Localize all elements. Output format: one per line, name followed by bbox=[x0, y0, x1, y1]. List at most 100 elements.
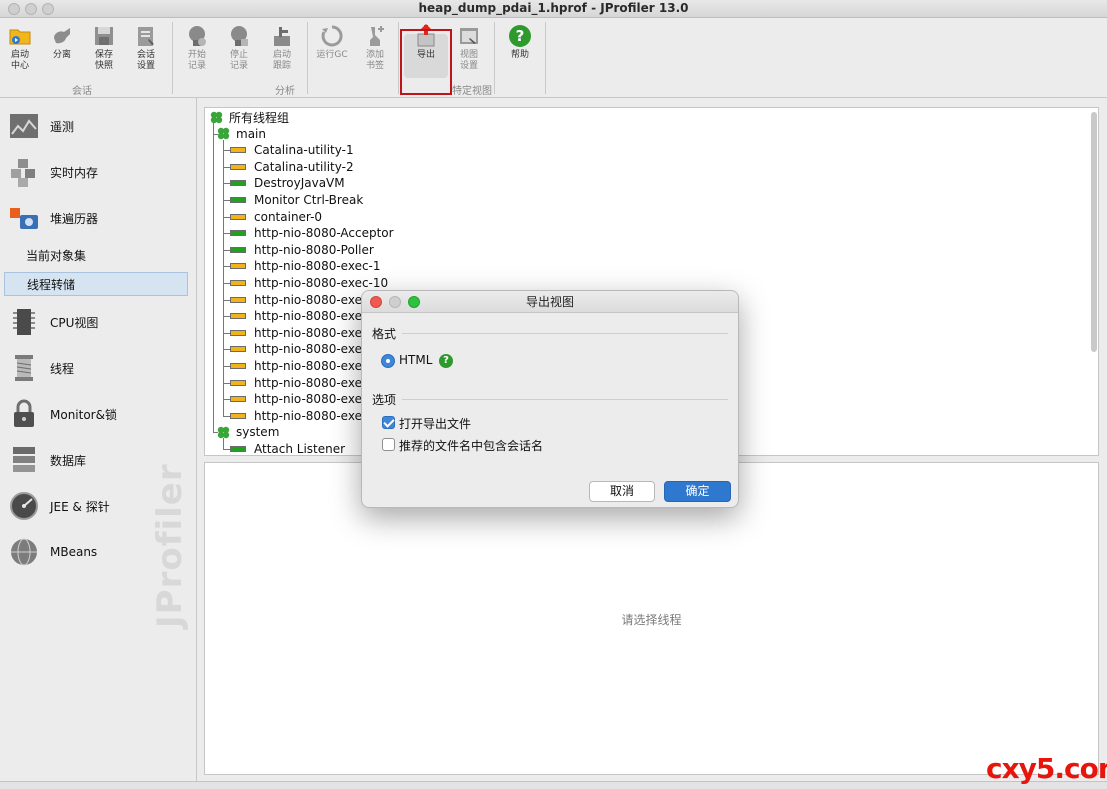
ok-button[interactable]: 确定 bbox=[664, 481, 731, 502]
thread-group-row[interactable]: main bbox=[217, 126, 266, 142]
window-titlebar: heap_dump_pdai_1.hprof - JProfiler 13.0 bbox=[0, 0, 1107, 18]
help-button[interactable]: ? 帮助 bbox=[500, 24, 540, 84]
session-settings-button[interactable]: 会话 设置 bbox=[126, 24, 166, 84]
thread-row[interactable]: http-nio-8080-exe bbox=[230, 408, 362, 424]
include-session-name-checkbox[interactable] bbox=[382, 438, 395, 451]
sidebar-item-cpu[interactable]: CPU视图 bbox=[8, 302, 190, 342]
tree-scrollbar[interactable] bbox=[1091, 112, 1097, 352]
thread-name: Attach Listener bbox=[254, 442, 346, 456]
thread-group-label: 所有线程组 bbox=[229, 110, 290, 125]
add-bookmark-icon bbox=[370, 26, 384, 46]
stop-recording-button[interactable]: 停止 记录 bbox=[219, 24, 259, 84]
dialog-minimize-button[interactable] bbox=[389, 296, 401, 308]
add-bookmark-button[interactable]: 添加 书签 bbox=[355, 24, 395, 84]
thread-row[interactable]: http-nio-8080-exe bbox=[230, 325, 362, 341]
open-export-file-label: 打开导出文件 bbox=[399, 417, 472, 431]
thread-row[interactable]: Catalina-utility-2 bbox=[230, 159, 354, 175]
start-tracking-button[interactable]: 启动 跟踪 bbox=[262, 24, 302, 84]
sidebar-item-heap-walker[interactable]: 堆遍历器 bbox=[8, 198, 190, 238]
thread-name: DestroyJavaVM bbox=[254, 176, 345, 191]
format-html-label: HTML bbox=[399, 353, 433, 367]
thread-detail-panel: 请选择线程 bbox=[204, 462, 1099, 775]
thread-group-label: main bbox=[236, 126, 266, 141]
thread-row[interactable]: http-nio-8080-Acceptor bbox=[230, 225, 394, 241]
start-center-button[interactable]: 启动 中心 bbox=[0, 24, 40, 84]
thread-row[interactable]: http-nio-8080-Poller bbox=[230, 242, 374, 258]
help-label: 帮助 bbox=[510, 50, 529, 60]
thread-row[interactable]: container-0 bbox=[230, 209, 322, 225]
sidebar-item-telemetry[interactable]: 遥测 bbox=[8, 106, 190, 146]
thread-group-row[interactable]: system bbox=[217, 424, 279, 440]
thread-waiting-indicator bbox=[230, 163, 246, 170]
cancel-button[interactable]: 取消 bbox=[589, 481, 655, 502]
dialog-zoom-button[interactable] bbox=[408, 296, 420, 308]
export-highlight-box bbox=[400, 29, 452, 95]
sidebar-sub-thread-dumps[interactable]: 线程转储 bbox=[4, 272, 188, 296]
lock-icon bbox=[14, 399, 34, 427]
thread-name: http-nio-8080-exe bbox=[254, 309, 362, 324]
site-watermark: cxy5.com bbox=[986, 752, 1107, 785]
format-help-icon[interactable]: ? bbox=[439, 354, 453, 368]
group-view-specific-label: 特定视图 bbox=[452, 86, 492, 97]
format-html-radio[interactable] bbox=[381, 354, 395, 368]
thread-name: http-nio-8080-exe bbox=[254, 408, 362, 423]
include-session-name-label: 推荐的文件名中包含会话名 bbox=[399, 439, 544, 453]
thread-row[interactable]: Monitor Ctrl-Break bbox=[230, 192, 363, 208]
thread-row[interactable]: Attach Listener bbox=[230, 441, 346, 456]
sidebar-item-monitors-locks[interactable]: Monitor&锁 bbox=[8, 394, 190, 434]
run-gc-icon bbox=[321, 25, 343, 47]
thread-name: http-nio-8080-exe bbox=[254, 292, 362, 307]
sidebar-item-live-memory[interactable]: 实时内存 bbox=[8, 152, 190, 192]
thread-waiting-indicator bbox=[230, 263, 246, 270]
sidebar-sub-current-objects[interactable]: 当前对象集 bbox=[4, 244, 188, 268]
sidebar-item-threads[interactable]: 线程 bbox=[8, 348, 190, 388]
save-disk-icon bbox=[95, 27, 113, 45]
sidebar-item-label: 线程 bbox=[50, 361, 75, 376]
thread-row[interactable]: DestroyJavaVM bbox=[230, 175, 345, 191]
thread-waiting-indicator bbox=[230, 296, 246, 303]
thread-name: Catalina-utility-2 bbox=[254, 159, 354, 174]
tree-connector bbox=[223, 139, 224, 417]
thread-group-icon bbox=[210, 111, 223, 123]
telemetry-icon bbox=[10, 114, 38, 138]
thread-runnable-indicator bbox=[230, 180, 246, 187]
main-toolbar: 启动 中心 分离 保存 快照 会话 设置 会话 开始 记录 停止 记录 启动 跟… bbox=[0, 18, 1107, 98]
thread-row[interactable]: http-nio-8080-exe bbox=[230, 375, 362, 391]
detach-button[interactable]: 分离 bbox=[42, 24, 82, 84]
dialog-close-button[interactable] bbox=[370, 296, 382, 308]
thread-name: http-nio-8080-exe bbox=[254, 359, 362, 373]
select-thread-hint: 请选择线程 bbox=[621, 613, 682, 627]
thread-row[interactable]: http-nio-8080-exe bbox=[230, 358, 362, 374]
thread-row[interactable]: http-nio-8080-exe bbox=[230, 308, 362, 324]
thread-name: http-nio-8080-exec-1 bbox=[254, 259, 381, 274]
folder-play-icon bbox=[9, 29, 31, 45]
open-export-file-checkbox[interactable] bbox=[382, 416, 395, 429]
thread-waiting-indicator bbox=[230, 329, 246, 336]
thread-group-row[interactable]: 所有线程组 bbox=[210, 109, 289, 125]
thread-name: Catalina-utility-1 bbox=[254, 143, 354, 158]
svg-text:?: ? bbox=[516, 27, 525, 45]
save-snapshot-button[interactable]: 保存 快照 bbox=[84, 24, 124, 84]
thread-row[interactable]: http-nio-8080-exe bbox=[230, 292, 362, 308]
thread-waiting-indicator bbox=[230, 412, 246, 419]
database-icon bbox=[13, 447, 35, 472]
thread-waiting-indicator bbox=[230, 363, 246, 369]
thread-runnable-indicator bbox=[230, 197, 246, 203]
start-recording-button[interactable]: 开始 记录 bbox=[177, 24, 217, 84]
sidebar-item-label: 遥测 bbox=[50, 119, 75, 134]
thread-row[interactable]: http-nio-8080-exec-10 bbox=[230, 275, 388, 291]
thread-row[interactable]: Catalina-utility-1 bbox=[230, 142, 354, 158]
sidebar-item-label: 堆遍历器 bbox=[50, 211, 99, 226]
run-gc-button[interactable]: 运行GC bbox=[312, 24, 352, 84]
thread-row[interactable]: http-nio-8080-exe bbox=[230, 391, 362, 407]
thread-runnable-indicator bbox=[230, 246, 246, 253]
sidebar-item-label: JEE & 探针 bbox=[50, 499, 110, 514]
view-settings-button[interactable]: 视图 设置 bbox=[449, 24, 489, 84]
run-gc-label: 运行GC bbox=[316, 50, 348, 60]
thread-name: http-nio-8080-Poller bbox=[254, 242, 374, 257]
thread-row[interactable]: http-nio-8080-exe bbox=[230, 341, 362, 357]
session-settings-icon bbox=[138, 27, 154, 46]
live-memory-icon bbox=[11, 159, 35, 187]
thread-row[interactable]: http-nio-8080-exec-1 bbox=[230, 258, 381, 274]
thread-name: Monitor Ctrl-Break bbox=[254, 193, 364, 207]
